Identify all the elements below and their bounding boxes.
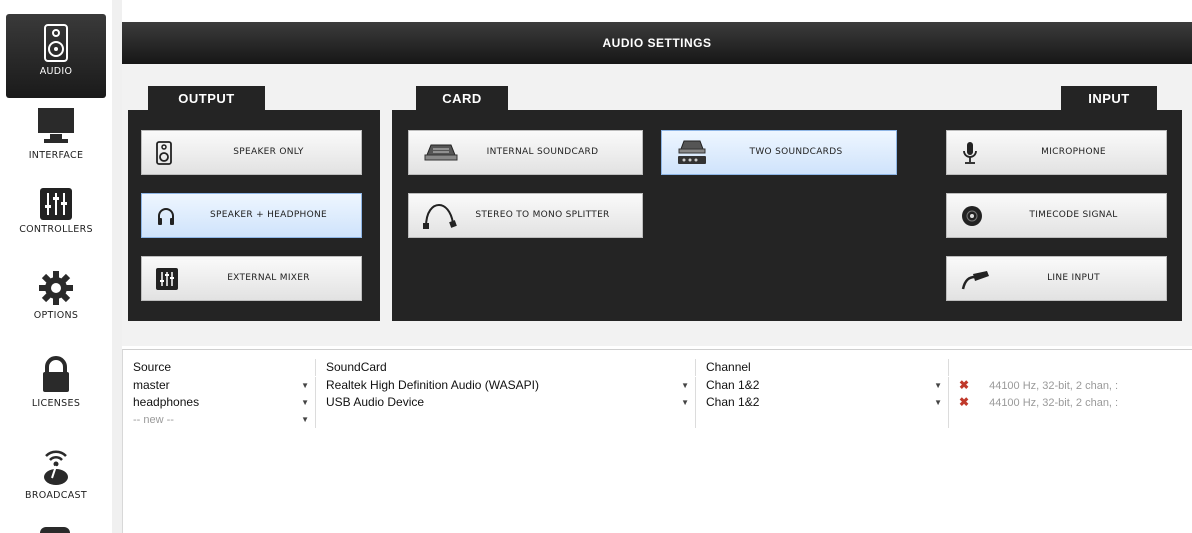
soundcard-cell xyxy=(316,411,696,428)
sidebar-item-label: CONTROLLERS xyxy=(19,224,93,235)
info-cell: ✖ 44100 Hz, 32-bit, 2 chan, : xyxy=(949,377,1192,394)
sidebar-item-controllers[interactable]: CONTROLLERS xyxy=(0,188,112,258)
sidebar-item-label: OPTIONS xyxy=(33,310,79,321)
sidebar-item-options[interactable]: OPTIONS xyxy=(0,270,112,340)
button-label: MICROPHONE xyxy=(1041,147,1106,157)
column-header-soundcard: SoundCard xyxy=(316,359,696,376)
two-soundcards-icon xyxy=(676,140,708,166)
button-label: SPEAKER ONLY xyxy=(233,147,304,157)
chevron-down-icon: ▼ xyxy=(301,398,309,407)
sidebar-item-interface[interactable]: INTERFACE xyxy=(0,106,112,176)
speaker-headphone-button[interactable]: SPEAKER + HEADPHONE xyxy=(141,193,362,238)
channel-value: Chan 1&2 xyxy=(706,395,760,409)
external-mixer-button[interactable]: EXTERNAL MIXER xyxy=(141,256,362,301)
cable-icon xyxy=(961,268,991,290)
speaker-icon xyxy=(156,140,172,165)
chevron-down-icon: ▼ xyxy=(681,398,689,407)
vinyl-icon xyxy=(961,205,983,227)
table-header-row: Source SoundCard Channel xyxy=(123,359,1192,376)
timecode-signal-button[interactable]: TIMECODE SIGNAL xyxy=(946,193,1167,238)
channel-cell xyxy=(696,411,949,428)
sidebar-item-licenses[interactable]: LICENSES xyxy=(0,356,112,426)
app-window: AUDIO INTERFACE CONTROLLERS OPTIONS LICE… xyxy=(0,0,1192,533)
info-cell: ✖ 44100 Hz, 32-bit, 2 chan, : xyxy=(949,394,1192,411)
tab-card: CARD xyxy=(416,86,508,111)
splitter-cable-icon xyxy=(423,203,457,229)
channel-select[interactable]: Chan 1&2 ▼ xyxy=(696,377,949,394)
speaker-only-button[interactable]: SPEAKER ONLY xyxy=(141,130,362,175)
gear-icon xyxy=(39,271,73,305)
internal-soundcard-button[interactable]: INTERNAL SOUNDCARD xyxy=(408,130,643,175)
main-content: AUDIO SETTINGS OUTPUT SPEAKER ONLY SPEAK… xyxy=(122,0,1192,533)
column-header-info xyxy=(949,359,1192,376)
table-row: headphones ▼ USB Audio Device ▼ Chan 1&2 ▼ … xyxy=(123,394,1192,411)
audio-routing-table: Source SoundCard Channel master ▼ Realtek… xyxy=(122,349,1192,533)
channel-value: Chan 1&2 xyxy=(706,378,760,392)
mixer-sliders-icon xyxy=(156,267,178,290)
format-info: 44100 Hz, 32-bit, 2 chan, : xyxy=(989,397,1119,409)
line-input-button[interactable]: LINE INPUT xyxy=(946,256,1167,301)
table-row: -- new -- ▼ xyxy=(123,411,1192,428)
sidebar-item-label: INTERFACE xyxy=(28,150,84,161)
tab-output: OUTPUT xyxy=(148,86,265,111)
source-select[interactable]: headphones ▼ xyxy=(123,394,316,411)
stereo-to-mono-splitter-button[interactable]: STEREO TO MONO SPLITTER xyxy=(408,193,643,238)
lock-icon xyxy=(43,356,69,392)
soundcard-value: USB Audio Device xyxy=(326,395,425,409)
sidebar-item-label: BROADCAST xyxy=(25,490,87,501)
sidebar-item-audio[interactable]: AUDIO xyxy=(6,14,106,98)
soundcard-select[interactable]: USB Audio Device ▼ xyxy=(316,394,696,411)
broadcast-icon xyxy=(44,450,68,485)
chevron-down-icon: ▼ xyxy=(301,415,309,424)
sidebar: AUDIO INTERFACE CONTROLLERS OPTIONS LICE… xyxy=(0,0,112,533)
chevron-down-icon: ▼ xyxy=(681,381,689,390)
mixer-sliders-icon xyxy=(40,188,72,220)
sidebar-item-label: AUDIO xyxy=(39,66,73,77)
tab-input: INPUT xyxy=(1061,86,1157,111)
table-row: master ▼ Realtek High Definition Audio (W… xyxy=(123,377,1192,394)
speaker-icon xyxy=(44,24,68,62)
source-value: -- new -- xyxy=(133,414,174,426)
source-value: headphones xyxy=(133,395,200,409)
sidebar-next-icon xyxy=(40,527,70,533)
soundcard-value: Realtek High Definition Audio (WASAPI) xyxy=(326,378,539,392)
chevron-down-icon: ▼ xyxy=(301,381,309,390)
channel-select[interactable]: Chan 1&2 ▼ xyxy=(696,394,949,411)
remove-icon[interactable]: ✖ xyxy=(959,395,969,409)
soundcard-icon xyxy=(423,143,459,163)
two-soundcards-button[interactable]: TWO SOUNDCARDS xyxy=(661,130,897,175)
soundcard-select[interactable]: Realtek High Definition Audio (WASAPI) ▼ xyxy=(316,377,696,394)
headphones-icon xyxy=(156,206,176,226)
microphone-icon xyxy=(961,141,979,165)
info-cell xyxy=(949,411,1192,428)
sidebar-item-broadcast[interactable]: BROADCAST xyxy=(0,444,112,516)
source-select[interactable]: -- new -- ▼ xyxy=(123,411,316,428)
column-header-channel: Channel xyxy=(696,359,949,376)
source-select[interactable]: master ▼ xyxy=(123,377,316,394)
chevron-down-icon: ▼ xyxy=(934,381,942,390)
remove-icon[interactable]: ✖ xyxy=(959,378,969,392)
sidebar-item-label: LICENSES xyxy=(31,398,81,409)
microphone-button[interactable]: MICROPHONE xyxy=(946,130,1167,175)
format-info: 44100 Hz, 32-bit, 2 chan, : xyxy=(989,380,1119,392)
column-header-source: Source xyxy=(123,359,316,376)
source-value: master xyxy=(133,378,170,392)
chevron-down-icon: ▼ xyxy=(934,398,942,407)
page-title: AUDIO SETTINGS xyxy=(122,22,1192,64)
monitor-icon xyxy=(38,108,74,143)
